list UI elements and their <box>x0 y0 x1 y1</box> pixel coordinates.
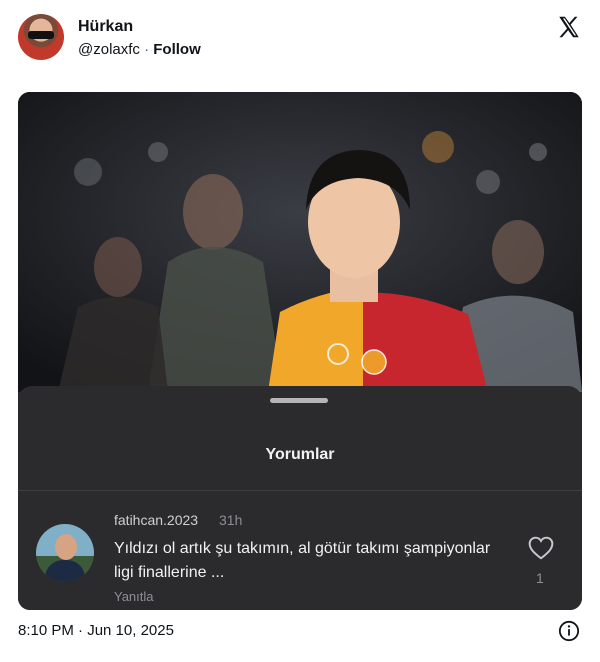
handle-separator: · <box>144 41 150 58</box>
comments-title: Yorumlar <box>265 446 335 463</box>
author-handle[interactable]: @zolaxfc <box>78 41 140 58</box>
info-icon[interactable] <box>558 620 580 642</box>
comment-text: Yıldızı ol artık şu takımın, al götür ta… <box>114 540 491 581</box>
reply-button[interactable]: Yanıtla <box>114 589 154 604</box>
sheet-drag-handle[interactable] <box>270 398 328 403</box>
commenter-avatar[interactable] <box>36 524 94 582</box>
like-count: 1 <box>536 570 544 586</box>
tweet-timestamp[interactable]: 8:10 PM · Jun 10, 2025 <box>18 622 174 639</box>
tweet-header: Hürkan @zolaxfc · Follow <box>0 0 600 80</box>
author-name[interactable]: Hürkan <box>78 18 133 36</box>
photo-player-in-crowd <box>18 92 582 392</box>
follow-button[interactable]: Follow <box>153 41 201 58</box>
photo-scene <box>18 92 582 392</box>
embedded-media[interactable]: Yorumlar fatihcan.2023 31h Yıldızı ol ar… <box>18 92 582 610</box>
x-logo-icon[interactable] <box>556 14 582 40</box>
comment-time: 31h <box>219 512 243 528</box>
heart-icon[interactable] <box>528 536 554 560</box>
comments-sheet: Yorumlar fatihcan.2023 31h Yıldızı ol ar… <box>18 386 582 610</box>
author-handle-line: @zolaxfc · Follow <box>78 41 201 58</box>
sheet-divider <box>18 490 582 491</box>
commenter-username[interactable]: fatihcan.2023 <box>114 512 198 528</box>
author-avatar[interactable] <box>18 14 64 60</box>
